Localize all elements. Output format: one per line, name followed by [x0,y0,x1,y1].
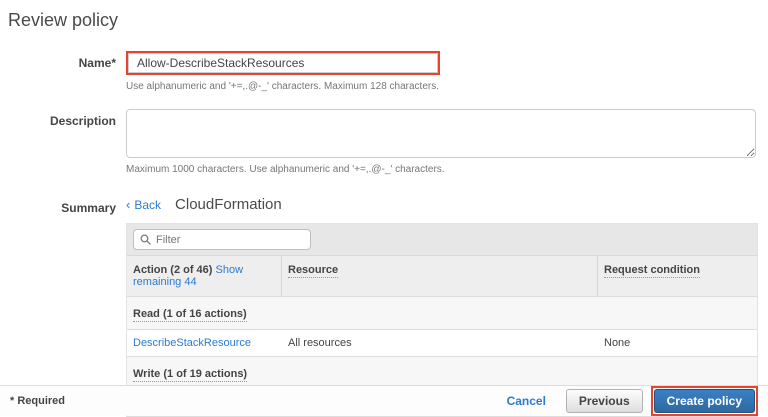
review-policy-page: Review policy Name* Use alphanumeric and… [0,0,768,417]
footer-action-bar: * Required Cancel Previous Create policy [0,385,768,415]
policy-description-textarea[interactable] [126,109,756,158]
table-header-row: Action (2 of 46) Show remaining 44 Resou… [127,255,757,296]
column-header-action: Action (2 of 46) Show remaining 44 [127,256,282,296]
name-annotation-highlight [126,51,440,75]
search-icon [140,234,151,245]
description-label: Description [8,109,126,128]
cancel-link[interactable]: Cancel [507,394,546,408]
create-policy-button[interactable]: Create policy [654,389,755,413]
column-header-request-condition: Request condition [598,256,757,296]
description-help-text: Maximum 1000 characters. Use alphanumeri… [126,164,760,175]
description-row: Description Maximum 1000 characters. Use… [8,109,760,175]
column-header-resource: Resource [282,256,598,296]
group-label-read: Read (1 of 16 actions) [133,308,247,322]
name-label: Name* [8,51,126,70]
group-label-write: Write (1 of 19 actions) [133,368,247,382]
summary-label: Summary [8,196,126,215]
request-condition-cell: None [598,330,757,356]
resource-cell: All resources [282,330,598,356]
name-row: Name* Use alphanumeric and '+=,.@-_' cha… [8,51,760,92]
table-row: DescribeStackResource All resources None [127,329,757,356]
page-title: Review policy [8,10,760,31]
filter-box[interactable] [133,229,311,250]
back-link[interactable]: ‹ Back [126,197,161,212]
filter-bar [127,224,757,255]
summary-row: Summary ‹ Back CloudFormation [8,196,760,417]
service-title: CloudFormation [175,196,282,213]
group-row-read: Read (1 of 16 actions) [127,296,757,329]
filter-input[interactable] [156,234,304,246]
previous-button[interactable]: Previous [566,389,643,413]
required-note: * Required [10,395,65,407]
back-link-label: Back [134,198,161,212]
name-help-text: Use alphanumeric and '+=,.@-_' character… [126,81,760,92]
action-link-describestackresource[interactable]: DescribeStackResource [133,337,251,349]
create-policy-annotation-highlight: Create policy [651,386,758,416]
chevron-left-icon: ‹ [126,197,130,212]
policy-name-input[interactable] [128,53,438,73]
